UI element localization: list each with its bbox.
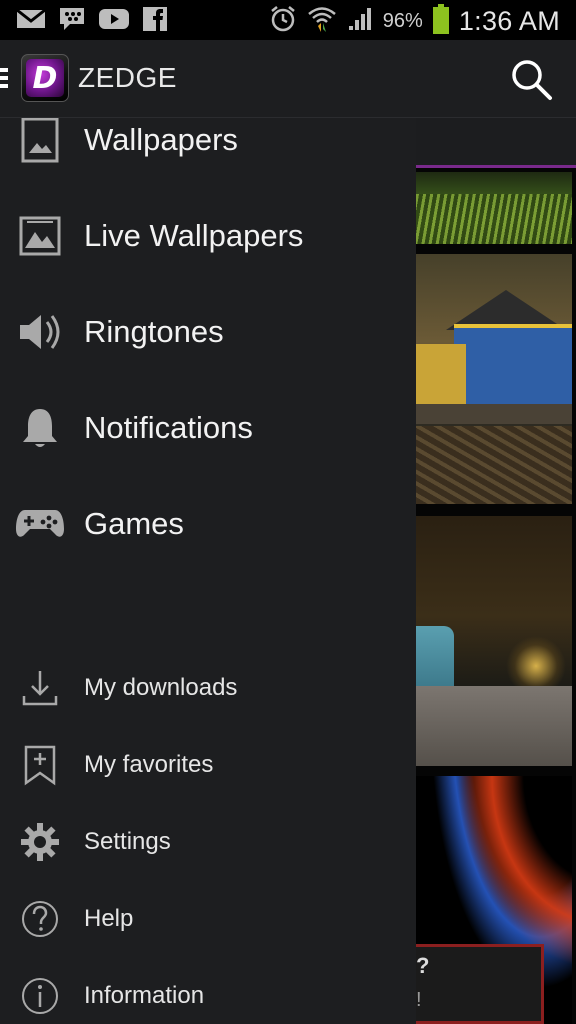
wallpaper-thumbnail[interactable] [416, 254, 572, 504]
bell-icon [14, 402, 66, 454]
live-wallpaper-icon [14, 210, 66, 262]
wallpaper-thumbnail[interactable] [416, 172, 572, 244]
notification-icons [16, 6, 168, 37]
drawer-item-label: My downloads [84, 673, 238, 701]
drawer-item-label: Ringtones [84, 314, 224, 349]
wallpaper-icon [14, 118, 66, 166]
info-icon [14, 970, 66, 1022]
dialog-fragment-line2: ! [416, 989, 422, 1011]
youtube-icon [98, 8, 130, 35]
drawer-item-live-wallpapers[interactable]: Live Wallpapers [0, 188, 416, 284]
drawer-item-wallpapers[interactable]: Wallpapers [0, 118, 416, 188]
dialog-fragment-line1: ? [416, 953, 430, 978]
drawer-item-my-downloads[interactable]: My downloads [0, 649, 416, 726]
drawer-item-games[interactable]: Games [0, 476, 416, 572]
drawer-item-help[interactable]: Help [0, 880, 416, 957]
gmail-icon [16, 8, 46, 35]
wifi-icon [307, 4, 337, 39]
hamburger-icon[interactable] [0, 68, 8, 88]
logo-letter: D [32, 60, 58, 96]
search-button[interactable] [508, 56, 554, 102]
drawer-item-label: Notifications [84, 410, 253, 445]
alarm-icon [269, 5, 297, 38]
drawer-item-label: Live Wallpapers [84, 218, 304, 253]
drawer-item-label: Wallpapers [84, 122, 238, 157]
help-icon [14, 893, 66, 945]
navigation-drawer: Wallpapers Live Wallpapers Ringtones Not… [0, 118, 416, 1024]
facebook-icon [142, 6, 168, 37]
battery-icon [432, 4, 449, 39]
drawer-item-label: Information [84, 981, 205, 1009]
system-status: 96% 1:36 AM [269, 4, 560, 39]
status-bar: 96% 1:36 AM [0, 0, 576, 40]
bookmark-add-icon [14, 739, 66, 791]
search-icon [512, 60, 552, 100]
drawer-item-label: Help [84, 904, 134, 932]
battery-percent: 96% [382, 10, 423, 32]
drawer-item-settings[interactable]: Settings [0, 803, 416, 880]
clock: 1:36 AM [458, 6, 560, 36]
app-title: ZEDGE [78, 62, 177, 93]
bbm-icon [58, 6, 86, 37]
download-icon [14, 662, 66, 714]
gamepad-icon [14, 498, 66, 550]
wallpaper-thumbnail[interactable] [416, 516, 572, 766]
drawer-item-notifications[interactable]: Notifications [0, 380, 416, 476]
wallpaper-grid: ? ! [416, 118, 576, 1024]
drawer-item-ringtones[interactable]: Ringtones [0, 284, 416, 380]
gear-icon [14, 816, 66, 868]
drawer-item-label: My favorites [84, 750, 214, 778]
speaker-icon [14, 306, 66, 358]
app-bar: D ZEDGE [0, 40, 576, 118]
signal-icon [347, 6, 373, 37]
zedge-logo[interactable]: D [21, 54, 69, 102]
dialog-fragment: ? ! [416, 944, 544, 1024]
drawer-item-label: Settings [84, 827, 171, 855]
drawer-item-label: Games [84, 506, 184, 541]
drawer-item-information[interactable]: Information [0, 957, 416, 1024]
drawer-item-my-favorites[interactable]: My favorites [0, 726, 416, 803]
category-tabstrip[interactable] [416, 118, 576, 168]
